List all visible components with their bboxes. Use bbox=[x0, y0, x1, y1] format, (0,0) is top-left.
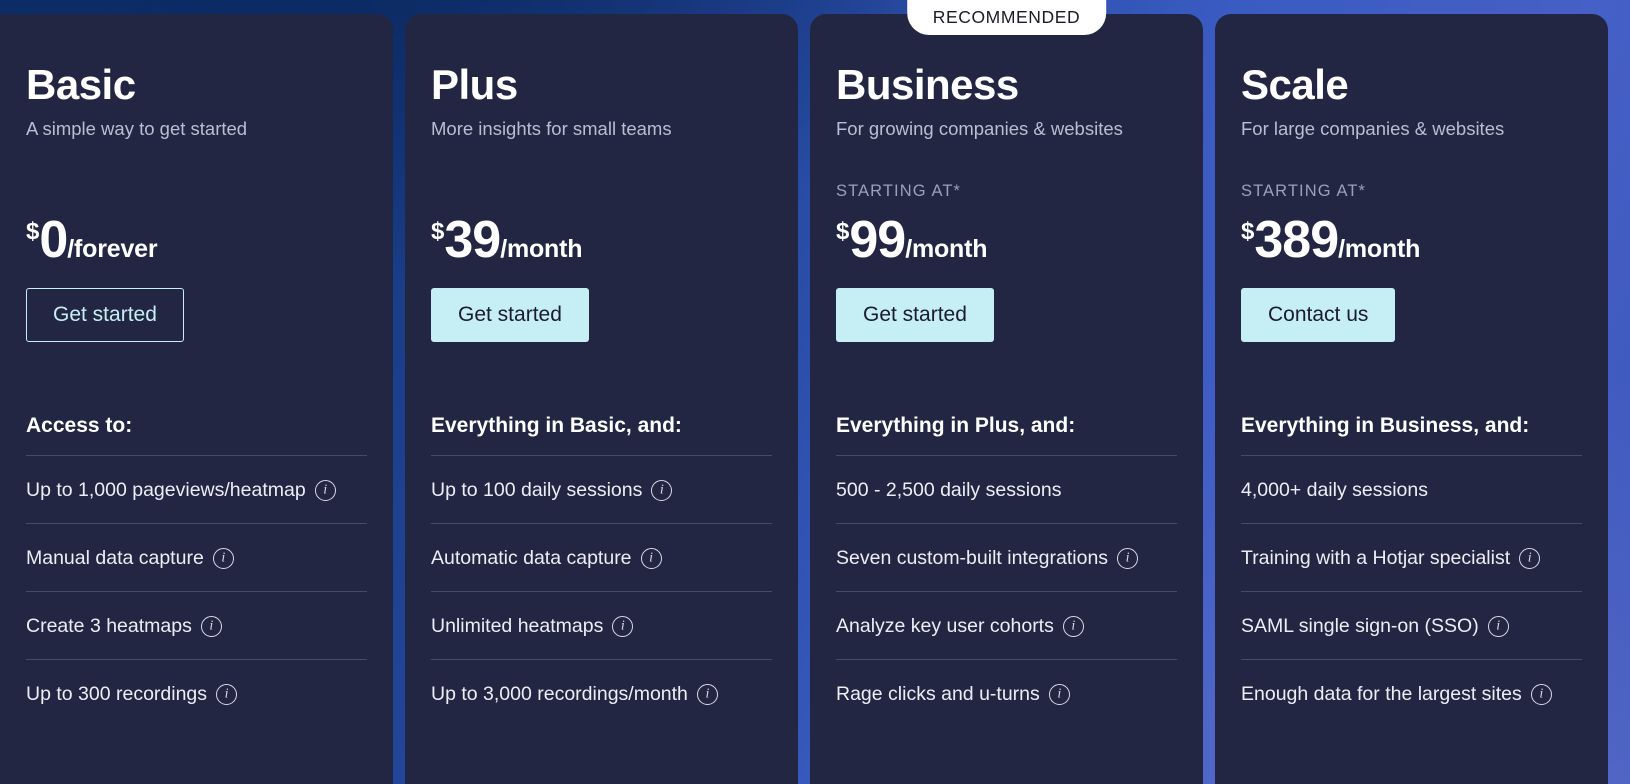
price-amount: 0 bbox=[39, 211, 68, 269]
pricing-card-plus: Plus More insights for small teams $39/mon… bbox=[405, 14, 798, 784]
feature-label: Unlimited heatmaps bbox=[431, 615, 604, 637]
feature-item: 4,000+ daily sessions bbox=[1241, 455, 1582, 523]
feature-item: Up to 1,000 pageviews/heatmap i bbox=[26, 455, 367, 523]
feature-item: Unlimited heatmaps i bbox=[431, 591, 772, 659]
feature-label: Enough data for the largest sites bbox=[1241, 683, 1522, 705]
info-icon[interactable]: i bbox=[640, 548, 662, 569]
info-icon[interactable]: i bbox=[1487, 616, 1509, 637]
starting-at-label: STARTING AT* bbox=[1241, 182, 1367, 200]
cta-button-plus[interactable]: Get started bbox=[431, 288, 589, 342]
cta-button-business[interactable]: Get started bbox=[836, 288, 994, 342]
plan-tagline: For growing companies & websites bbox=[836, 118, 1123, 139]
info-icon[interactable]: i bbox=[200, 616, 222, 637]
feature-item: Analyze key user cohorts i bbox=[836, 591, 1177, 659]
plan-name: Scale bbox=[1241, 61, 1349, 108]
pricing-card-business: RECOMMENDED Business For growing companies… bbox=[810, 0, 1203, 784]
feature-label: Up to 100 daily sessions bbox=[431, 479, 643, 501]
feature-item: Enough data for the largest sites i bbox=[1241, 659, 1582, 727]
features-title: Everything in Business, and: bbox=[1241, 414, 1530, 437]
features-title: Everything in Basic, and: bbox=[431, 414, 682, 437]
feature-item: Seven custom-built integrations i bbox=[836, 523, 1177, 591]
feature-item: Up to 300 recordings i bbox=[26, 659, 367, 727]
feature-list: Up to 1,000 pageviews/heatmap i Manual dat… bbox=[26, 455, 367, 727]
info-icon[interactable]: i bbox=[696, 684, 718, 705]
info-icon[interactable]: i bbox=[216, 684, 238, 705]
price-amount: 39 bbox=[444, 211, 501, 269]
price-amount: 99 bbox=[849, 211, 906, 269]
plan-price: $389/month bbox=[1241, 212, 1582, 270]
pricing-card-basic: Basic A simple way to get started $0/forev… bbox=[0, 14, 393, 784]
feature-item: Up to 100 daily sessions i bbox=[431, 455, 772, 523]
info-icon[interactable]: i bbox=[1048, 684, 1070, 705]
cta-button-basic[interactable]: Get started bbox=[26, 288, 184, 342]
price-currency: $ bbox=[836, 218, 850, 245]
feature-label: Create 3 heatmaps bbox=[26, 615, 192, 637]
pricing-plan-grid: Basic A simple way to get started $0/forev… bbox=[0, 0, 1630, 784]
info-icon[interactable]: i bbox=[1062, 616, 1084, 637]
info-icon[interactable]: i bbox=[314, 480, 336, 501]
price-currency: $ bbox=[1241, 218, 1255, 245]
feature-item: 500 - 2,500 daily sessions bbox=[836, 455, 1177, 523]
feature-label: 4,000+ daily sessions bbox=[1241, 479, 1428, 501]
recommended-badge: RECOMMENDED bbox=[906, 0, 1107, 35]
plan-name: Basic bbox=[26, 61, 136, 108]
features-title: Access to: bbox=[26, 414, 133, 437]
feature-list: Up to 100 daily sessions i Automatic data … bbox=[431, 455, 772, 727]
pricing-card-scale: Scale For large companies & websites START… bbox=[1215, 14, 1608, 784]
feature-list: 4,000+ daily sessions Training with a Hot… bbox=[1241, 455, 1582, 727]
cta-button-scale[interactable]: Contact us bbox=[1241, 288, 1396, 342]
feature-list: 500 - 2,500 daily sessions Seven custom-b… bbox=[836, 455, 1177, 727]
info-icon[interactable]: i bbox=[651, 480, 673, 501]
feature-label: Up to 1,000 pageviews/heatmap bbox=[26, 479, 306, 501]
info-icon[interactable]: i bbox=[1530, 684, 1552, 705]
starting-at-label: STARTING AT* bbox=[836, 182, 962, 200]
feature-item: SAML single sign-on (SSO) i bbox=[1241, 591, 1582, 659]
info-icon[interactable]: i bbox=[212, 548, 234, 569]
price-currency: $ bbox=[431, 218, 445, 245]
price-amount: 389 bbox=[1254, 211, 1339, 269]
price-currency: $ bbox=[26, 218, 40, 245]
plan-tagline: A simple way to get started bbox=[26, 118, 248, 139]
feature-item: Training with a Hotjar specialist i bbox=[1241, 523, 1582, 591]
feature-label: Up to 3,000 recordings/month bbox=[431, 683, 688, 705]
plan-tagline: More insights for small teams bbox=[431, 118, 672, 139]
feature-label: SAML single sign-on (SSO) bbox=[1241, 615, 1479, 637]
feature-label: Analyze key user cohorts bbox=[836, 615, 1054, 637]
feature-label: Training with a Hotjar specialist bbox=[1241, 547, 1511, 569]
feature-label: Automatic data capture bbox=[431, 547, 632, 569]
info-icon[interactable]: i bbox=[612, 616, 634, 637]
info-icon[interactable]: i bbox=[1117, 548, 1139, 569]
feature-label: Manual data capture bbox=[26, 547, 204, 569]
plan-name: Plus bbox=[431, 61, 518, 108]
feature-item: Automatic data capture i bbox=[431, 523, 772, 591]
feature-item: Manual data capture i bbox=[26, 523, 367, 591]
price-period: /month bbox=[500, 235, 583, 263]
plan-name: Business bbox=[836, 61, 1019, 108]
feature-label: Rage clicks and u-turns bbox=[836, 683, 1040, 705]
feature-label: 500 - 2,500 daily sessions bbox=[836, 479, 1062, 501]
feature-item: Create 3 heatmaps i bbox=[26, 591, 367, 659]
plan-price: $99/month bbox=[836, 212, 1177, 270]
price-period: /forever bbox=[67, 235, 158, 263]
plan-price: $39/month bbox=[431, 212, 772, 270]
price-period: /month bbox=[1338, 235, 1421, 263]
features-title: Everything in Plus, and: bbox=[836, 414, 1076, 437]
feature-label: Up to 300 recordings bbox=[26, 683, 208, 705]
info-icon[interactable]: i bbox=[1519, 548, 1541, 569]
plan-tagline: For large companies & websites bbox=[1241, 118, 1505, 139]
price-period: /month bbox=[905, 235, 988, 263]
feature-label: Seven custom-built integrations bbox=[836, 547, 1109, 569]
plan-price: $0/forever bbox=[26, 212, 367, 270]
feature-item: Rage clicks and u-turns i bbox=[836, 659, 1177, 727]
feature-item: Up to 3,000 recordings/month i bbox=[431, 659, 772, 727]
